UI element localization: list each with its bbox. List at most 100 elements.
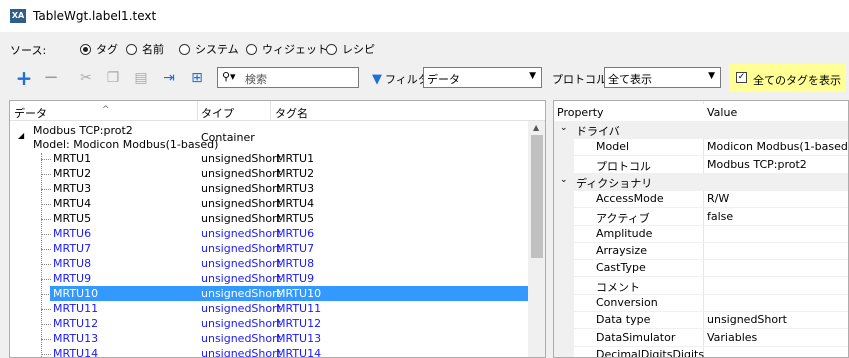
- property-category[interactable]: ⌄ ディクショナリ: [554, 173, 848, 191]
- property-row[interactable]: DecimalDigitsDigits: [554, 346, 848, 357]
- property-grid: Property Value ⌄ ドライバ Model Modicon Modbus(…: [553, 100, 849, 358]
- table-row[interactable]: MRTU8 unsignedShort MRTU8: [10, 256, 528, 271]
- title-bar: XA TableWgt.label1.text: [0, 0, 849, 32]
- table-row[interactable]: MRTU3 unsignedShort MRTU3: [10, 181, 528, 196]
- cell-tag: MRTU7: [276, 242, 315, 255]
- funnel-icon: ▼: [372, 71, 382, 87]
- property-row[interactable]: Conversion: [554, 294, 848, 312]
- property-value[interactable]: unsignedShort: [707, 313, 787, 326]
- column-header-type[interactable]: タイプ: [201, 105, 234, 121]
- filter-dropdown[interactable]: データ ▼: [423, 67, 542, 88]
- cell-data: MRTU8: [53, 257, 92, 270]
- row-gutter: [554, 277, 574, 294]
- cell-data: MRTU11: [53, 302, 99, 315]
- row-gutter: [554, 346, 574, 357]
- window-title: TableWgt.label1.text: [33, 9, 157, 23]
- scroll-up-icon[interactable]: ▲: [533, 123, 539, 132]
- property-name: Arraysize: [596, 244, 647, 257]
- table-row[interactable]: MRTU12 unsignedShort MRTU12: [10, 316, 528, 331]
- table-row[interactable]: MRTU2 unsignedShort MRTU2: [10, 166, 528, 181]
- row-gutter: [554, 156, 574, 173]
- cell-data: MRTU14: [53, 347, 99, 358]
- radio-unchecked-icon: [126, 43, 137, 55]
- table-row[interactable]: MRTU13 unsignedShort MRTU13: [10, 331, 528, 346]
- filter-label: ▼ フィルタ: [372, 71, 429, 87]
- cell-type: unsignedShort: [201, 287, 281, 300]
- column-header-value: Value: [707, 106, 738, 119]
- import-icon[interactable]: ⇥: [160, 69, 178, 87]
- source-selector: ソース: タグ 名前 システム ウィジェット レシピ: [0, 32, 849, 64]
- search-input[interactable]: ⚲▾ 検索: [217, 67, 359, 88]
- property-name: Data type: [596, 313, 651, 326]
- column-header-data[interactable]: データ: [14, 105, 47, 121]
- source-radio-tag[interactable]: タグ: [80, 41, 118, 57]
- cut-icon[interactable]: ✂: [77, 69, 95, 87]
- property-row[interactable]: プロトコル Modbus TCP:prot2: [554, 156, 848, 174]
- tag-link-icon[interactable]: ⊞: [188, 69, 206, 87]
- property-row[interactable]: DataSimulator Variables: [554, 329, 848, 347]
- table-row[interactable]: MRTU1 unsignedShort MRTU1: [10, 151, 528, 166]
- table-row[interactable]: MRTU14 unsignedShort MRTU14: [10, 346, 528, 358]
- row-gutter: [554, 311, 574, 328]
- radio-checked-icon: [80, 43, 91, 55]
- property-row[interactable]: アクティブ false: [554, 208, 848, 226]
- column-header-property: Property: [557, 106, 604, 119]
- table-row[interactable]: MRTU6 unsignedShort MRTU6: [10, 226, 528, 241]
- property-row[interactable]: AccessMode R/W: [554, 190, 848, 208]
- property-value[interactable]: R/W: [707, 192, 729, 205]
- collapse-arrow-icon[interactable]: ◢: [18, 131, 24, 140]
- property-row[interactable]: Model Modicon Modbus(1-based): [554, 138, 848, 156]
- property-row[interactable]: Data type unsignedShort: [554, 311, 848, 329]
- property-value[interactable]: Modbus TCP:prot2: [707, 158, 807, 171]
- row-gutter: [554, 138, 574, 155]
- source-radio-recipe[interactable]: レシピ: [326, 41, 375, 57]
- cell-data: MRTU1: [53, 152, 92, 165]
- add-icon[interactable]: +: [15, 68, 33, 88]
- root-node-label[interactable]: Modbus TCP:prot2: [33, 124, 133, 137]
- chevron-down-icon[interactable]: ⌄: [560, 175, 568, 185]
- table-row[interactable]: MRTU9 unsignedShort MRTU9: [10, 271, 528, 286]
- table-row[interactable]: MRTU11 unsignedShort MRTU11: [10, 301, 528, 316]
- property-row[interactable]: Amplitude: [554, 225, 848, 243]
- paste-icon[interactable]: ▤: [132, 69, 150, 87]
- category-label: ディクショナリ: [576, 177, 653, 190]
- remove-icon[interactable]: −: [42, 69, 60, 87]
- source-radio-widget[interactable]: ウィジェット: [246, 41, 328, 57]
- filter-value: データ: [427, 73, 460, 86]
- property-category[interactable]: ⌄ ドライバ: [554, 121, 848, 139]
- protocol-dropdown[interactable]: 全て表示 ▼: [604, 67, 721, 88]
- tag-table: データ ^ タイプ タグ名 ◢ Modbus TCP:prot2 Model: …: [9, 100, 546, 358]
- property-value[interactable]: Variables: [707, 331, 757, 344]
- vertical-scrollbar[interactable]: ▲: [528, 121, 545, 357]
- cell-data: MRTU13: [53, 332, 99, 345]
- table-row[interactable]: MRTU4 unsignedShort MRTU4: [10, 196, 528, 211]
- cell-tag: MRTU6: [276, 227, 315, 240]
- chevron-down-icon: ▼: [708, 71, 715, 81]
- row-gutter: [554, 190, 574, 207]
- table-row[interactable]: MRTU5 unsignedShort MRTU5: [10, 211, 528, 226]
- source-radio-system[interactable]: システム: [179, 41, 239, 57]
- cell-data: MRTU2: [53, 167, 92, 180]
- property-row[interactable]: コメント: [554, 277, 848, 295]
- scrollbar-thumb[interactable]: [531, 135, 543, 258]
- copy-icon[interactable]: ❐: [104, 69, 122, 87]
- sort-ascending-icon: ^: [102, 105, 110, 115]
- table-row[interactable]: MRTU10 unsignedShort MRTU10: [10, 286, 528, 301]
- property-value[interactable]: false: [707, 210, 733, 223]
- root-node-type: Container: [201, 131, 255, 144]
- chevron-down-icon[interactable]: ⌄: [560, 123, 568, 133]
- radio-unchecked-icon: [179, 43, 190, 55]
- property-row[interactable]: CastType: [554, 259, 848, 277]
- row-gutter: [554, 329, 574, 346]
- source-radio-name[interactable]: 名前: [126, 41, 164, 57]
- property-value[interactable]: Modicon Modbus(1-based): [707, 140, 848, 153]
- table-row[interactable]: MRTU7 unsignedShort MRTU7: [10, 241, 528, 256]
- column-header-tagname[interactable]: タグ名: [275, 105, 308, 121]
- property-grid-header: Property Value: [554, 104, 848, 122]
- show-all-tags-checkbox[interactable]: ✓ 全てのタグを表示: [729, 64, 846, 92]
- category-label: ドライバ: [576, 125, 620, 138]
- property-name: Amplitude: [596, 227, 653, 240]
- property-row[interactable]: Arraysize: [554, 242, 848, 260]
- row-gutter: [554, 259, 574, 276]
- property-name: Model: [596, 140, 630, 153]
